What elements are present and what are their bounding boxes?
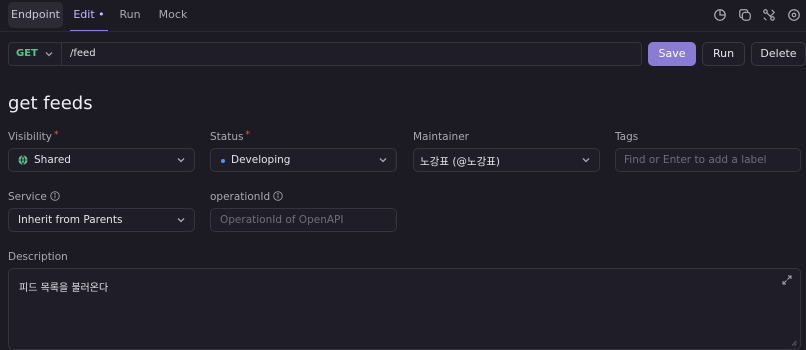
request-url-bar: GET /feed (8, 42, 642, 66)
visibility-value: Shared (34, 154, 71, 166)
visibility-label: Visibility * (8, 130, 59, 143)
operationid-placeholder: OperationId of OpenAPI (220, 214, 344, 226)
method-select[interactable]: GET (9, 43, 62, 65)
description-label: Description (8, 251, 68, 263)
chevron-down-icon (44, 49, 54, 59)
service-select[interactable]: Inherit from Parents (8, 208, 195, 232)
operationid-input[interactable]: OperationId of OpenAPI (210, 208, 397, 232)
expand-icon[interactable] (782, 275, 792, 285)
globe-icon (18, 155, 28, 165)
tab-endpoint[interactable]: Endpoint (8, 2, 63, 28)
resize-handle-icon[interactable] (791, 340, 797, 346)
tab-bar: Endpoint Edit • Run Mock (0, 0, 806, 32)
status-value: Developing (231, 154, 291, 166)
required-marker: * (54, 130, 59, 140)
tags-input[interactable]: Find or Enter to add a label (615, 148, 801, 172)
tags-placeholder: Find or Enter to add a label (624, 154, 767, 166)
settings-icon[interactable] (787, 8, 801, 22)
maintainer-label: Maintainer (413, 131, 469, 143)
tab-run[interactable]: Run (119, 2, 141, 28)
info-icon[interactable] (50, 191, 60, 201)
chevron-down-icon (176, 155, 186, 165)
chevron-down-icon (176, 215, 186, 225)
endpoint-editor: Endpoint Edit • Run Mock GET /feed Save … (0, 0, 806, 350)
chevron-down-icon (581, 155, 591, 165)
tools-icon[interactable] (762, 8, 776, 22)
description-textarea[interactable]: 피드 목록을 불러온다 (8, 268, 801, 350)
visibility-select[interactable]: Shared (8, 148, 195, 172)
tags-label: Tags (615, 131, 639, 143)
tab-mock[interactable]: Mock (157, 2, 189, 28)
tab-edit[interactable]: Edit • (70, 2, 108, 28)
method-label: GET (16, 48, 38, 59)
info-icon[interactable] (273, 191, 283, 201)
service-value: Inherit from Parents (18, 214, 123, 226)
delete-button[interactable]: Delete (751, 42, 806, 66)
operationid-label: operationId (210, 191, 283, 203)
required-marker: * (245, 130, 250, 140)
endpoint-title[interactable]: get feeds (8, 93, 93, 114)
run-button[interactable]: Run (702, 42, 745, 66)
status-select[interactable]: Developing (210, 148, 397, 172)
save-button[interactable]: Save (648, 42, 696, 66)
status-label: Status * (210, 130, 250, 143)
history-icon[interactable] (713, 8, 727, 22)
tab-bar-divider (0, 31, 806, 32)
description-value: 피드 목록을 불러온다 (19, 283, 109, 294)
chevron-down-icon (378, 155, 388, 165)
copy-icon[interactable] (738, 8, 752, 22)
maintainer-select[interactable]: 노강표 (@노강표) (413, 148, 600, 172)
maintainer-value: 노강표 (@노강표) (420, 156, 500, 168)
path-input[interactable]: /feed (70, 48, 96, 59)
service-label: Service (8, 191, 60, 203)
status-dot (221, 159, 225, 163)
